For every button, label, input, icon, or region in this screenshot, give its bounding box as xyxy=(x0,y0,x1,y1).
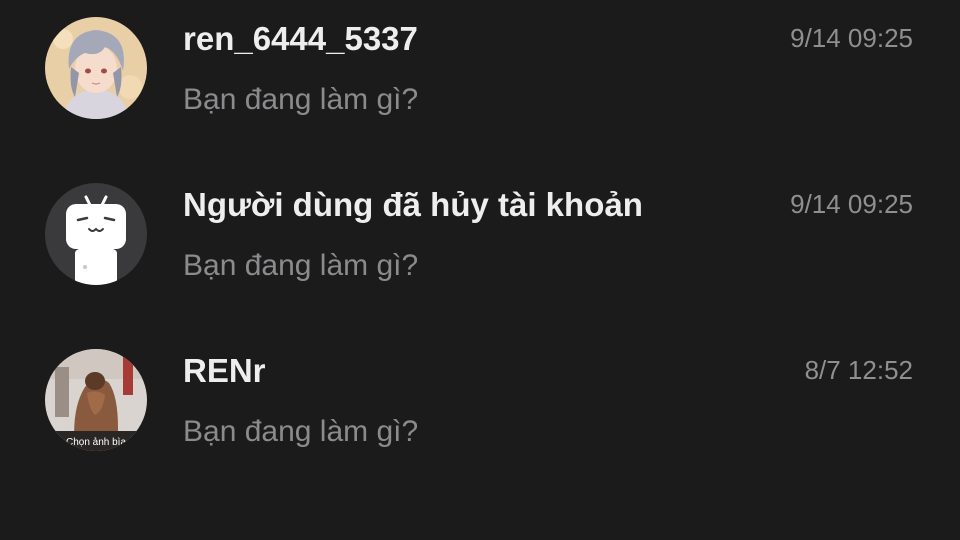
contact-name: RENr xyxy=(183,352,266,389)
avatar-caption: Chọn ảnh bìa xyxy=(66,437,126,448)
message-timestamp: 9/14 09:25 xyxy=(790,23,913,53)
message-preview: Bạn đang làm gì? xyxy=(183,249,419,282)
robot-mascot-avatar-icon xyxy=(45,183,147,285)
message-timestamp: 8/7 12:52 xyxy=(804,355,913,385)
anime-character-avatar-icon xyxy=(45,17,147,119)
message-timestamp: 9/14 09:25 xyxy=(790,189,913,219)
message-preview: Bạn đang làm gì? xyxy=(183,83,419,116)
conversation-row[interactable]: ren_6444_5337 9/14 09:25 Bạn đang làm gì… xyxy=(0,0,960,134)
conversation-row[interactable]: Người dùng đã hủy tài khoản 9/14 09:25 B… xyxy=(0,134,960,300)
photo-avatar-icon: Chọn ảnh bìa xyxy=(45,349,147,451)
avatar-default-robot[interactable] xyxy=(45,183,147,285)
avatar-anime-character[interactable] xyxy=(45,17,147,119)
contact-name: Người dùng đã hủy tài khoản xyxy=(183,186,643,223)
avatar-photo[interactable]: Chọn ảnh bìa xyxy=(45,349,147,451)
conversation-row[interactable]: Chọn ảnh bìa RENr 8/7 12:52 Bạn đang làm… xyxy=(0,300,960,466)
conversation-list: ren_6444_5337 9/14 09:25 Bạn đang làm gì… xyxy=(0,0,960,540)
message-preview: Bạn đang làm gì? xyxy=(183,415,419,448)
contact-name: ren_6444_5337 xyxy=(183,20,418,57)
